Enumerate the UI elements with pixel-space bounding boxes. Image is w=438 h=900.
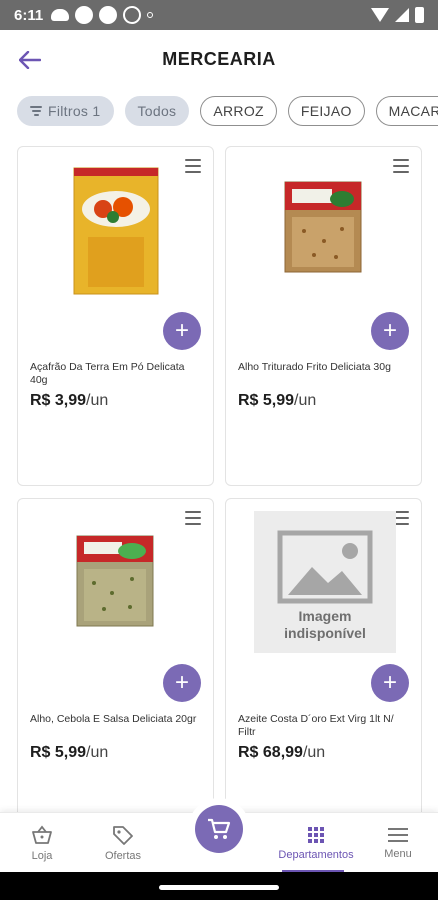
list-icon[interactable] (185, 159, 201, 173)
filter-button[interactable]: Filtros 1 (17, 96, 114, 126)
product-name: Azeite Costa D´oro Ext Virg 1lt N/ Filtr (238, 713, 394, 738)
status-indicators (371, 7, 424, 23)
price-value: R$ 3,99 (30, 392, 87, 409)
placeholder-text-line-2: indisponível (284, 625, 366, 641)
battery-icon (415, 7, 424, 23)
nav-item-loja[interactable]: Loja (2, 813, 82, 873)
nav-label-menu: Menu (384, 847, 412, 860)
status-bar: 6:11 (0, 0, 438, 30)
price-value: R$ 68,99 (238, 744, 303, 761)
add-to-cart-button[interactable]: + (371, 312, 409, 350)
home-gesture-handle[interactable] (159, 885, 279, 890)
price-unit: /un (86, 392, 109, 409)
app-header: MERCEARIA (0, 30, 438, 88)
circle-notification-icon (99, 6, 118, 24)
filter-icon (30, 106, 42, 116)
product-price: R$ 5,99/un (238, 392, 316, 410)
page-title: MERCEARIA (162, 48, 276, 69)
cart-button[interactable] (195, 805, 243, 853)
filter-chips-row: Filtros 1 Todos ARROZ FEIJAO MACARRÃO (17, 96, 438, 130)
basket-icon (32, 825, 52, 844)
add-to-cart-button[interactable]: + (163, 312, 201, 350)
cloud-icon (51, 9, 70, 21)
product-price: R$ 3,99/un (30, 392, 108, 410)
price-unit: /un (86, 744, 109, 761)
image-unavailable-placeholder: Imagem indisponível (254, 511, 396, 653)
product-card[interactable]: + Açafrão Da Terra Em Pó Delicata 40g R$… (17, 146, 214, 486)
list-icon[interactable] (185, 511, 201, 525)
price-unit: /un (294, 392, 317, 409)
filter-button-label: Filtros 1 (48, 103, 101, 119)
product-image (76, 535, 154, 627)
list-icon[interactable] (393, 159, 409, 173)
price-value: R$ 5,99 (30, 744, 87, 761)
plus-icon: + (174, 317, 189, 344)
chip-todos[interactable]: Todos (124, 96, 190, 126)
circle-notification-icon (75, 6, 94, 24)
screen: 6:11 MERCEARIA Filtros 1 Todos ARROZ FEI… (0, 0, 438, 900)
add-to-cart-button[interactable]: + (163, 664, 201, 702)
plus-icon: + (382, 669, 397, 696)
plus-icon: + (174, 669, 189, 696)
nav-item-menu[interactable]: Menu (358, 813, 438, 873)
nav-label-departamentos: Departamentos (278, 848, 354, 861)
price-value: R$ 5,99 (238, 392, 295, 409)
tag-icon (113, 825, 133, 845)
product-image (73, 167, 159, 295)
signal-icon (395, 8, 409, 22)
dot-icon (147, 12, 154, 18)
plus-icon: + (382, 317, 397, 344)
placeholder-text-line-1: Imagem (299, 608, 352, 624)
product-card[interactable]: Imagem indisponível + Azeite Costa D´oro… (225, 498, 422, 838)
nav-label-loja: Loja (31, 849, 53, 862)
hamburger-menu-icon (388, 827, 408, 842)
chip-macarrao[interactable]: MACARRÃO (375, 96, 438, 126)
gesture-navigation-bar (0, 872, 438, 900)
product-image (284, 181, 362, 273)
arrow-left-icon (19, 51, 41, 69)
product-price: R$ 5,99/un (30, 744, 108, 762)
product-name: Alho, Cebola E Salsa Deliciata 20gr (30, 713, 197, 725)
nav-item-ofertas[interactable]: Ofertas (83, 813, 163, 873)
product-price: R$ 68,99/un (238, 744, 325, 762)
status-time: 6:11 (14, 6, 44, 24)
chip-arroz[interactable]: ARROZ (200, 96, 277, 126)
add-to-cart-button[interactable]: + (371, 664, 409, 702)
product-name: Alho Triturado Frito Deliciata 30g (238, 361, 391, 373)
nav-item-departamentos[interactable]: Departamentos (276, 813, 356, 873)
shopping-cart-icon (208, 818, 231, 839)
chip-feijao[interactable]: FEIJAO (287, 96, 365, 126)
product-name: Açafrão Da Terra Em Pó Delicata 40g (30, 361, 185, 386)
target-notification-icon (123, 6, 142, 24)
grid-icon (308, 826, 324, 843)
price-unit: /un (302, 744, 326, 761)
product-card[interactable]: + Alho Triturado Frito Deliciata 30g R$ … (225, 146, 422, 486)
nav-label-ofertas: Ofertas (104, 849, 142, 862)
wifi-icon (371, 8, 389, 22)
product-card[interactable]: + Alho, Cebola E Salsa Deliciata 20gr R$… (17, 498, 214, 838)
back-button[interactable] (14, 44, 46, 76)
